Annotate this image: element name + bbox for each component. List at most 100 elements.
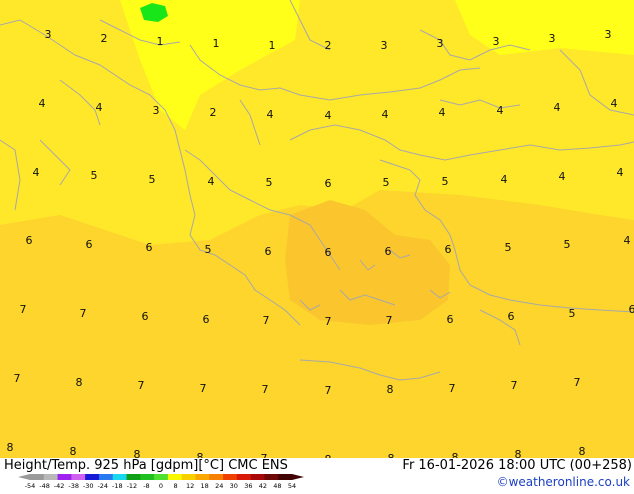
temperature-value-label: 3 — [45, 28, 52, 41]
temperature-value-label: 3 — [493, 35, 500, 48]
legend-bar: -54-48-42-38-30-24-18-12-808121824303642… — [16, 473, 306, 490]
temperature-value-label: 6 — [26, 234, 33, 247]
legend-color-swatch — [264, 474, 278, 480]
temperature-value-label: 4 — [267, 108, 274, 121]
temperature-value-label: 2 — [101, 32, 108, 45]
temperature-value-label: 4 — [33, 166, 40, 179]
temperature-value-label: 4 — [325, 109, 332, 122]
temperature-value-label: 6 — [447, 313, 454, 326]
legend-tick-label: -48 — [39, 482, 50, 490]
legend-tick-label: -12 — [127, 482, 138, 490]
legend-color-swatch — [209, 474, 223, 480]
temperature-value-label: 6 — [203, 313, 210, 326]
temperature-value-label: 4 — [554, 101, 561, 114]
legend-color-swatch — [113, 474, 127, 480]
temperature-value-label: 4 — [497, 104, 504, 117]
temperature-value-label: 5 — [564, 238, 571, 251]
legend-color-swatch — [251, 474, 265, 480]
legend-tick-label: 48 — [273, 482, 281, 490]
temperature-map: 3211123333344324444444455456554446665666… — [0, 0, 634, 458]
temperature-value-label: 8 — [579, 445, 586, 458]
temperature-value-label: 4 — [382, 108, 389, 121]
legend-tick-label: -18 — [112, 482, 123, 490]
temperature-value-label: 4 — [624, 234, 631, 247]
temperature-value-label: 3 — [549, 32, 556, 45]
temperature-value-label: 6 — [325, 177, 332, 190]
legend-color-swatch — [140, 474, 154, 480]
temperature-value-label: 6 — [385, 245, 392, 258]
legend-color-swatch — [127, 474, 141, 480]
temperature-value-label: 2 — [325, 39, 332, 52]
temperature-value-label: 4 — [96, 101, 103, 114]
legend-color-swatch — [99, 474, 113, 480]
temperature-value-label: 7 — [14, 372, 21, 385]
legend-color-swatch — [85, 474, 99, 480]
legend-color-swatch — [30, 474, 44, 480]
temperature-value-label: 6 — [146, 241, 153, 254]
temperature-value-label: 4 — [39, 97, 46, 110]
temperature-value-label: 1 — [157, 35, 164, 48]
map-title: Height/Temp. 925 hPa [gdpm][°C] CMC ENS — [4, 458, 288, 473]
map-datetime: Fr 16-01-2026 18:00 UTC (00+258) — [402, 458, 632, 473]
temperature-value-label: 5 — [205, 243, 212, 256]
temperature-value-label: 8 — [387, 383, 394, 396]
legend-tick-label: 8 — [173, 482, 177, 490]
temperature-value-label: 7 — [449, 382, 456, 395]
legend-tick-label: 42 — [259, 482, 267, 490]
legend-color-swatch — [154, 474, 168, 480]
legend-tick-label: 24 — [215, 482, 223, 490]
weather-map-app: 3211123333344324444444455456554446665666… — [0, 0, 634, 490]
temperature-value-label: 4 — [208, 175, 215, 188]
legend-tick-label: 12 — [186, 482, 194, 490]
temperature-value-label: 5 — [149, 173, 156, 186]
temperature-value-label: 4 — [611, 97, 618, 110]
temperature-value-label: 4 — [559, 170, 566, 183]
temperature-value-label: 3 — [605, 28, 612, 41]
temperature-value-label: 8 — [197, 451, 204, 458]
color-legend: -54-48-42-38-30-24-18-12-808121824303642… — [16, 473, 306, 494]
legend-color-swatch — [44, 474, 58, 480]
temperature-value-label: 8 — [76, 376, 83, 389]
temperature-value-label: 7 — [200, 382, 207, 395]
temperature-value-label: 7 — [20, 303, 27, 316]
legend-tick-label: -38 — [68, 482, 79, 490]
temperature-value-label: 2 — [210, 106, 217, 119]
temperature-value-label: 8 — [452, 451, 459, 458]
legend-color-swatch — [223, 474, 237, 480]
temperature-value-label: 1 — [213, 37, 220, 50]
temperature-value-label: 6 — [142, 310, 149, 323]
legend-tick-label: -42 — [54, 482, 65, 490]
temperature-value-label: 5 — [505, 241, 512, 254]
legend-tick-label: 36 — [244, 482, 252, 490]
legend-color-swatch — [168, 474, 182, 480]
temperature-value-label: 6 — [86, 238, 93, 251]
temperature-value-label: 7 — [574, 376, 581, 389]
temperature-value-label: 3 — [437, 37, 444, 50]
temperature-value-label: 3 — [381, 39, 388, 52]
temperature-value-label: 4 — [439, 106, 446, 119]
temperature-value-label: 7 — [262, 383, 269, 396]
legend-color-swatch — [237, 474, 251, 480]
footer-bar: Height/Temp. 925 hPa [gdpm][°C] CMC ENS … — [0, 458, 634, 490]
temperature-value-label: 8 — [134, 448, 141, 458]
temperature-value-label: 1 — [269, 39, 276, 52]
temperature-value-label: 7 — [138, 379, 145, 392]
temperature-value-label: 5 — [569, 307, 576, 320]
legend-tick-label: -54 — [25, 482, 36, 490]
temperature-value-label: 7 — [386, 314, 393, 327]
temperature-value-label: 5 — [383, 176, 390, 189]
temperature-value-label: 8 — [7, 441, 14, 454]
temperature-value-label: 6 — [265, 245, 272, 258]
credit-link[interactable]: ©weatheronline.co.uk — [497, 475, 630, 489]
legend-color-swatch — [58, 474, 72, 480]
temperature-value-label: 7 — [263, 314, 270, 327]
legend-arrow-left — [18, 474, 30, 480]
temperature-value-label: 5 — [91, 169, 98, 182]
temperature-value-label: 5 — [266, 176, 273, 189]
legend-color-swatch — [195, 474, 209, 480]
temperature-value-label: 7 — [511, 379, 518, 392]
temperature-value-label: 7 — [80, 307, 87, 320]
legend-color-swatch — [278, 474, 292, 480]
legend-tick-label: 54 — [288, 482, 296, 490]
temperature-value-label: 7 — [325, 384, 332, 397]
